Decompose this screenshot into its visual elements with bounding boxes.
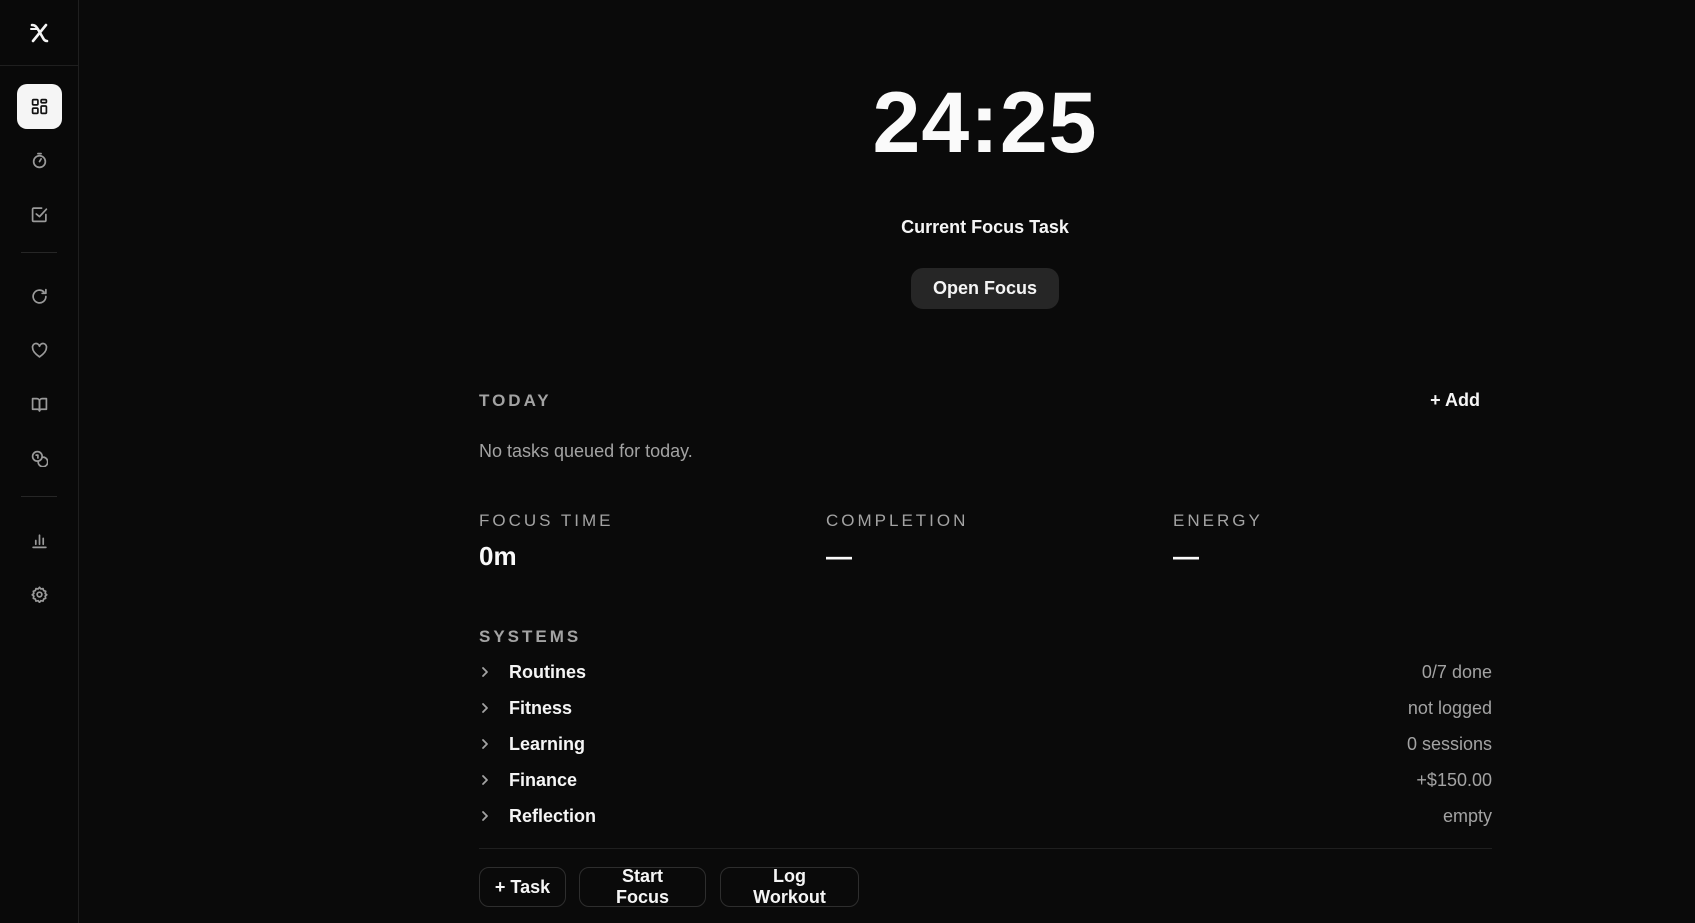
nav-analytics[interactable] bbox=[17, 518, 62, 563]
system-row-reflection[interactable]: Reflection empty bbox=[479, 798, 1492, 834]
focus-timer-display: 24:25 bbox=[872, 75, 1098, 171]
system-status: +$150.00 bbox=[1416, 769, 1492, 790]
stat-value: 0m bbox=[479, 541, 517, 571]
book-icon bbox=[31, 397, 48, 412]
systems-heading: SYSTEMS bbox=[479, 627, 582, 646]
chevron-right-icon bbox=[479, 810, 509, 822]
nav-dashboard[interactable] bbox=[17, 84, 62, 129]
system-name: Reflection bbox=[509, 805, 597, 826]
chevron-right-icon bbox=[479, 738, 509, 750]
open-focus-button[interactable]: Open Focus bbox=[911, 268, 1059, 309]
system-status: 0/7 done bbox=[1421, 661, 1492, 682]
nav-routines[interactable] bbox=[17, 274, 62, 319]
checkbox-icon bbox=[31, 207, 48, 223]
stat-value: — bbox=[826, 541, 852, 571]
nav-finance[interactable] bbox=[17, 436, 62, 481]
system-name: Finance bbox=[509, 769, 578, 790]
system-name: Routines bbox=[509, 661, 587, 682]
today-empty-message: No tasks queued for today. bbox=[479, 441, 693, 461]
app-logo[interactable] bbox=[0, 0, 78, 66]
system-name: Learning bbox=[509, 733, 586, 754]
stopwatch-icon bbox=[32, 152, 47, 169]
sidebar bbox=[0, 0, 79, 923]
stat-value: — bbox=[1173, 541, 1199, 571]
sidebar-divider bbox=[21, 252, 57, 253]
system-row-finance[interactable]: Finance +$150.00 bbox=[479, 762, 1492, 798]
stat-focus-time: FOCUS TIME 0m bbox=[479, 511, 779, 572]
add-task-button[interactable]: + Add bbox=[1410, 390, 1480, 411]
system-status: 0 sessions bbox=[1406, 733, 1492, 754]
system-row-routines[interactable]: Routines 0/7 done bbox=[479, 654, 1492, 690]
app-root: 24:25 Current Focus Task Open Focus TODA… bbox=[0, 0, 1695, 923]
systems-list: Routines 0/7 done Fitness not logged Lea… bbox=[479, 654, 1492, 834]
nav-settings[interactable] bbox=[17, 572, 62, 617]
nav-learning[interactable] bbox=[17, 382, 62, 427]
gear-icon bbox=[31, 586, 48, 603]
today-heading: TODAY bbox=[479, 391, 552, 410]
system-row-fitness[interactable]: Fitness not logged bbox=[479, 690, 1492, 726]
system-status: not logged bbox=[1407, 697, 1492, 718]
refresh-icon bbox=[32, 288, 47, 304]
chevron-right-icon bbox=[479, 774, 509, 786]
stat-label: FOCUS TIME bbox=[479, 511, 614, 530]
chevron-right-icon bbox=[479, 666, 509, 678]
current-focus-task: Current Focus Task bbox=[901, 217, 1069, 237]
stat-completion: COMPLETION — bbox=[826, 511, 1126, 572]
chevron-right-icon bbox=[479, 702, 509, 714]
nav-tasks[interactable] bbox=[17, 192, 62, 237]
actions-divider bbox=[479, 848, 1492, 849]
dashboard-grid-icon bbox=[31, 98, 48, 115]
heart-icon bbox=[31, 342, 48, 358]
stat-energy: ENERGY — bbox=[1173, 511, 1473, 572]
nav-timer[interactable] bbox=[17, 138, 62, 183]
start-focus-button[interactable]: Start Focus bbox=[579, 866, 706, 907]
stat-label: ENERGY bbox=[1173, 511, 1263, 530]
sidebar-divider bbox=[21, 496, 57, 497]
system-name: Fitness bbox=[509, 697, 573, 718]
bar-chart-icon bbox=[32, 534, 47, 549]
log-workout-button[interactable]: Log Workout bbox=[720, 866, 859, 907]
nav-health[interactable] bbox=[17, 328, 62, 373]
x-logo-icon bbox=[30, 23, 49, 42]
coins-icon bbox=[31, 450, 48, 467]
stat-label: COMPLETION bbox=[826, 511, 969, 530]
system-status: empty bbox=[1442, 805, 1492, 826]
system-row-learning[interactable]: Learning 0 sessions bbox=[479, 726, 1492, 762]
add-task-action-button[interactable]: + Task bbox=[479, 867, 566, 907]
